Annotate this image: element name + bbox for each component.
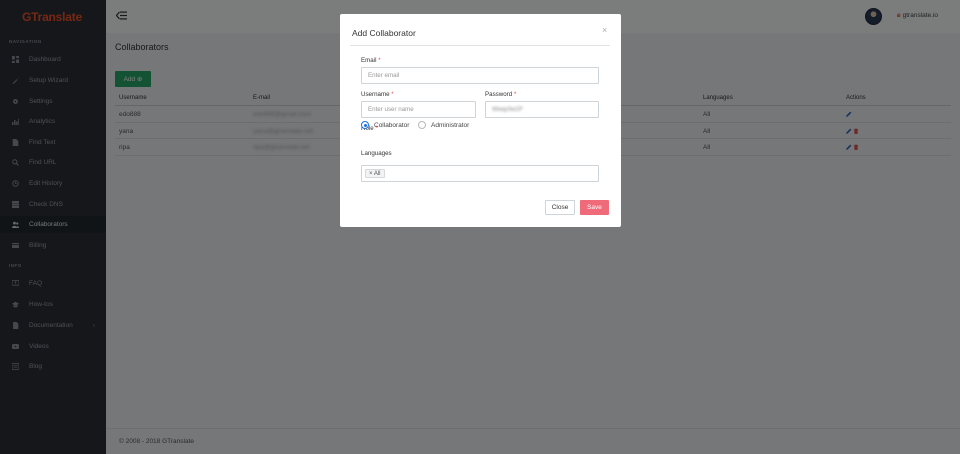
modal-divider [350, 45, 610, 46]
radio-selected-icon[interactable] [361, 121, 369, 129]
username-label: Username * [361, 91, 394, 98]
email-field[interactable]: Enter email [361, 67, 599, 84]
close-icon[interactable]: × [602, 25, 607, 35]
save-button[interactable]: Save [580, 200, 609, 215]
languages-label: Languages [361, 150, 392, 157]
radio-unselected-icon[interactable] [418, 121, 426, 129]
language-tag-all[interactable]: × All [365, 169, 385, 178]
email-label: Email * [361, 57, 381, 64]
role-radio-administrator[interactable]: Administrator [418, 121, 469, 129]
role-radio-collaborator[interactable]: Collaborator [361, 121, 409, 129]
close-button[interactable]: Close [545, 200, 575, 215]
password-label: Password * [485, 91, 517, 98]
languages-select[interactable] [361, 165, 599, 182]
modal-title: Add Collaborator [352, 28, 416, 38]
username-field[interactable]: Enter user name [361, 101, 476, 118]
password-field[interactable]: Wwqcfw1P [485, 101, 599, 118]
